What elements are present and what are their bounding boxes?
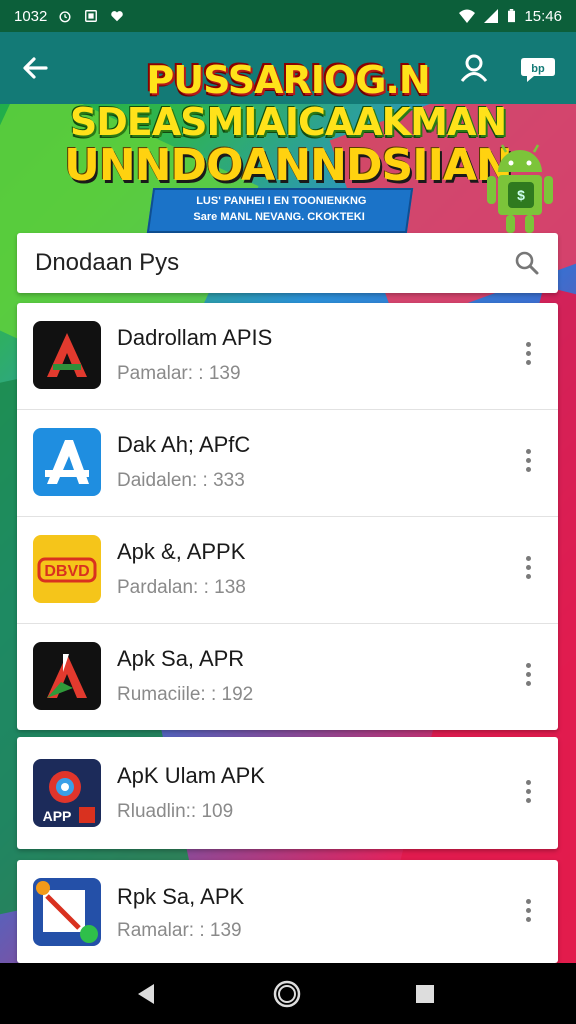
app-list-card: Dadrollam APIS Pamalar: : 139 Dak Ah; AP…	[17, 303, 558, 730]
more-options-icon[interactable]	[518, 896, 538, 930]
app-title: Dak Ah; APfC	[117, 432, 251, 457]
status-left-text: 1032	[14, 7, 48, 25]
status-time: 15:46	[524, 7, 562, 25]
app-bar: bp	[0, 32, 576, 104]
battery-icon	[508, 9, 516, 23]
back-triangle-icon[interactable]	[132, 979, 162, 1009]
app-list-card: APP ApK Ulam APK Rluadlin:: 109	[17, 737, 558, 849]
list-item[interactable]: Dadrollam APIS Pamalar: : 139	[17, 303, 558, 410]
app-title: ApK Ulam APK	[117, 763, 265, 788]
app-title: Rpk Sa, APK	[117, 884, 245, 909]
dbvd-logo-icon: DBVD	[33, 535, 101, 603]
app-subtitle: Daidalen: : 333	[117, 470, 245, 491]
more-options-icon[interactable]	[518, 339, 538, 373]
blue-a-logo-icon	[33, 428, 101, 496]
status-bar: 1032 15:46	[0, 0, 576, 32]
user-icon[interactable]	[456, 50, 492, 86]
app-subtitle: Pamalar: : 139	[117, 363, 241, 384]
apk-swirl-logo-icon: APP	[33, 759, 101, 827]
app-title: Dadrollam APIS	[117, 325, 273, 350]
list-item[interactable]: Apk Sa, APR Rumaciile: : 192	[17, 624, 558, 730]
app-title: Apk &, APPK	[117, 539, 246, 564]
more-options-icon[interactable]	[518, 553, 538, 587]
red-a-logo-icon	[33, 321, 101, 389]
photo-icon	[85, 10, 98, 22]
search-bar[interactable]: Dnodaan Pys	[17, 233, 558, 293]
recents-square-icon[interactable]	[410, 979, 440, 1009]
app-subtitle: Rluadlin:: 109	[117, 801, 234, 822]
app-list-card: Rpk Sa, APK Ramalar: : 139	[17, 860, 558, 963]
signal-icon	[484, 9, 499, 23]
back-arrow-icon[interactable]	[18, 50, 54, 86]
svg-text:bp: bp	[531, 63, 545, 75]
app-subtitle: Rumaciile: : 192	[117, 684, 254, 705]
list-item[interactable]: DBVD Apk &, APPK Pardalan: : 138	[17, 517, 558, 624]
blue-square-logo-icon	[33, 878, 101, 946]
more-options-icon[interactable]	[518, 660, 538, 694]
svg-text:DBVD: DBVD	[44, 563, 89, 580]
alarm-icon	[59, 11, 71, 23]
search-icon[interactable]	[514, 250, 540, 276]
app-subtitle: Pardalan: : 138	[117, 577, 246, 598]
heart-icon	[111, 11, 124, 22]
more-options-icon[interactable]	[518, 446, 538, 480]
list-item[interactable]: Dak Ah; APfC Daidalen: : 333	[17, 410, 558, 517]
list-item[interactable]: Rpk Sa, APK Ramalar: : 139	[17, 860, 558, 963]
search-input[interactable]: Dnodaan Pys	[35, 249, 179, 277]
svg-text:APP: APP	[43, 808, 72, 824]
list-item[interactable]: APP ApK Ulam APK Rluadlin:: 109	[17, 737, 558, 849]
more-options-icon[interactable]	[518, 777, 538, 811]
wifi-icon	[459, 9, 476, 23]
navigation-bar	[0, 963, 576, 1024]
chat-icon[interactable]: bp	[518, 50, 558, 86]
green-red-a-logo-icon	[33, 642, 101, 710]
home-circle-icon[interactable]	[272, 979, 302, 1009]
app-title: Apk Sa, APR	[117, 646, 245, 671]
app-subtitle: Ramalar: : 139	[117, 920, 242, 941]
